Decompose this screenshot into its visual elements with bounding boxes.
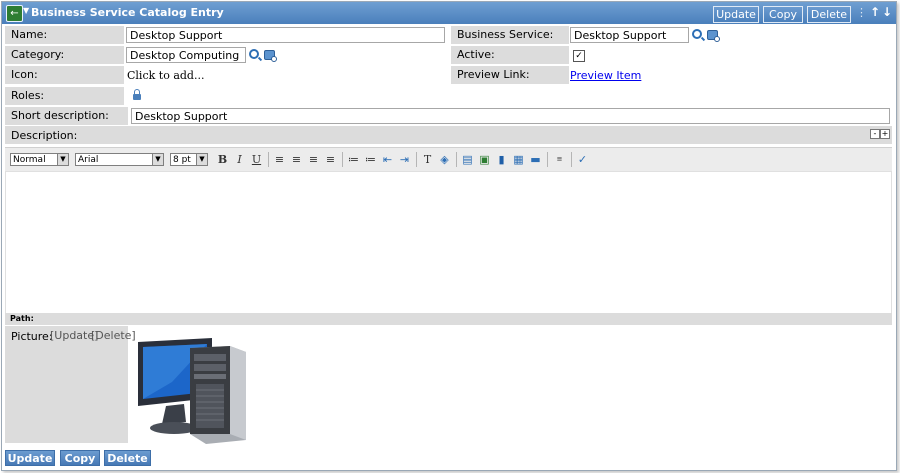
category-reference-info-icon[interactable] (264, 50, 277, 62)
expand-icon[interactable]: + (880, 129, 890, 139)
next-record-icon[interactable]: ↓ (882, 5, 892, 19)
name-label: Name: (5, 26, 124, 44)
toolbar-separator (268, 152, 269, 167)
toolbar-separator (416, 152, 417, 167)
insert-media-icon[interactable]: ▮ (495, 153, 508, 166)
header-delete-button[interactable]: Delete (807, 6, 851, 23)
font-select-value: Arial (78, 155, 99, 165)
picture-label: Picture: (11, 330, 53, 343)
form-header: ← ▼ Business Service Catalog Entry Updat… (2, 2, 896, 24)
form-title: Business Service Catalog Entry (31, 6, 224, 19)
horizontal-rule-icon[interactable]: ▬ (529, 153, 542, 166)
editor-path-bar: Path: (5, 313, 892, 325)
format-select-value: Normal (13, 155, 46, 165)
bulleted-list-icon[interactable]: ≔ (364, 153, 377, 166)
background-color-icon[interactable]: ◈ (438, 153, 451, 166)
footer-copy-button[interactable]: Copy (60, 450, 100, 466)
insert-table-icon[interactable]: ▦ (512, 153, 525, 166)
desktop-computer-image (138, 338, 246, 444)
business-service-lookup-search-icon[interactable] (692, 29, 702, 39)
picture-delete-link[interactable]: [Delete] (91, 329, 136, 342)
active-label: Active: (451, 46, 569, 64)
indent-icon[interactable]: ⇥ (398, 153, 411, 166)
chevron-down-icon: ▼ (152, 154, 163, 165)
business-service-reference-info-icon[interactable] (707, 30, 720, 42)
insert-link-icon[interactable]: ▤ (461, 153, 474, 166)
previous-record-icon[interactable]: ↑ (870, 5, 880, 19)
category-label: Category: (5, 46, 124, 64)
bold-button[interactable]: B (216, 153, 229, 166)
short-description-label: Short description: (5, 107, 128, 125)
footer-update-button[interactable]: Update (5, 450, 55, 466)
chevron-down-icon: ▼ (57, 154, 68, 165)
font-select[interactable]: Arial ▼ (75, 153, 164, 166)
header-copy-button[interactable]: Copy (763, 6, 803, 23)
font-size-select-value: 8 pt (173, 155, 191, 165)
chevron-down-icon: ▼ (196, 154, 207, 165)
toolbar-separator (342, 152, 343, 167)
html-editor-toolbar: Normal ▼ Arial ▼ 8 pt ▼ B I U ≡ ≡ ≡ ≡ ≔ ≔ ⇤… (5, 147, 892, 172)
description-editor-area[interactable] (5, 171, 892, 314)
align-justify-icon[interactable]: ≡ (324, 153, 337, 166)
toolbar-separator (571, 152, 572, 167)
text-color-icon[interactable]: T (421, 153, 434, 166)
description-label: Description: (11, 129, 78, 142)
category-field[interactable] (126, 47, 246, 63)
roles-label: Roles: (5, 87, 124, 105)
align-center-icon[interactable]: ≡ (290, 153, 303, 166)
name-field[interactable] (126, 27, 445, 43)
description-section-header: Description: - + (5, 126, 892, 144)
toolbar-separator (456, 152, 457, 167)
font-size-select[interactable]: 8 pt ▼ (170, 153, 208, 166)
footer-delete-button[interactable]: Delete (104, 450, 151, 466)
roles-lock-icon[interactable] (133, 89, 141, 100)
insert-image-icon[interactable]: ▣ (478, 153, 491, 166)
header-update-button[interactable]: Update (713, 6, 759, 23)
align-right-icon[interactable]: ≡ (307, 153, 320, 166)
short-description-field[interactable] (131, 108, 890, 124)
business-service-label: Business Service: (451, 26, 569, 44)
outdent-icon[interactable]: ⇤ (381, 153, 394, 166)
icon-label: Icon: (5, 66, 124, 84)
active-checkbox[interactable]: ✓ (573, 50, 585, 62)
numbered-list-icon[interactable]: ≔ (347, 153, 360, 166)
context-menu-caret-icon[interactable]: ▼ (23, 6, 29, 15)
collapse-icon[interactable]: - (870, 129, 880, 139)
format-select[interactable]: Normal ▼ (10, 153, 69, 166)
catalog-entry-form: ← ▼ Business Service Catalog Entry Updat… (1, 1, 897, 471)
html-source-icon[interactable]: ≡ (553, 153, 566, 166)
italic-button[interactable]: I (233, 153, 246, 166)
preview-item-link[interactable]: Preview Item (570, 69, 641, 82)
back-arrow-icon[interactable]: ← (6, 5, 23, 22)
attachment-icon[interactable]: ⋮ (856, 6, 867, 19)
spellcheck-icon[interactable]: ✓ (576, 153, 589, 166)
business-service-field[interactable] (570, 27, 689, 43)
underline-button[interactable]: U (250, 153, 263, 166)
toolbar-separator (547, 152, 548, 167)
align-left-icon[interactable]: ≡ (273, 153, 286, 166)
icon-click-to-add[interactable]: Click to add... (127, 69, 204, 82)
picture-label-cell: Picture: [Update] [Delete] (5, 326, 136, 443)
preview-link-label: Preview Link: (451, 66, 569, 84)
category-lookup-search-icon[interactable] (249, 49, 259, 59)
